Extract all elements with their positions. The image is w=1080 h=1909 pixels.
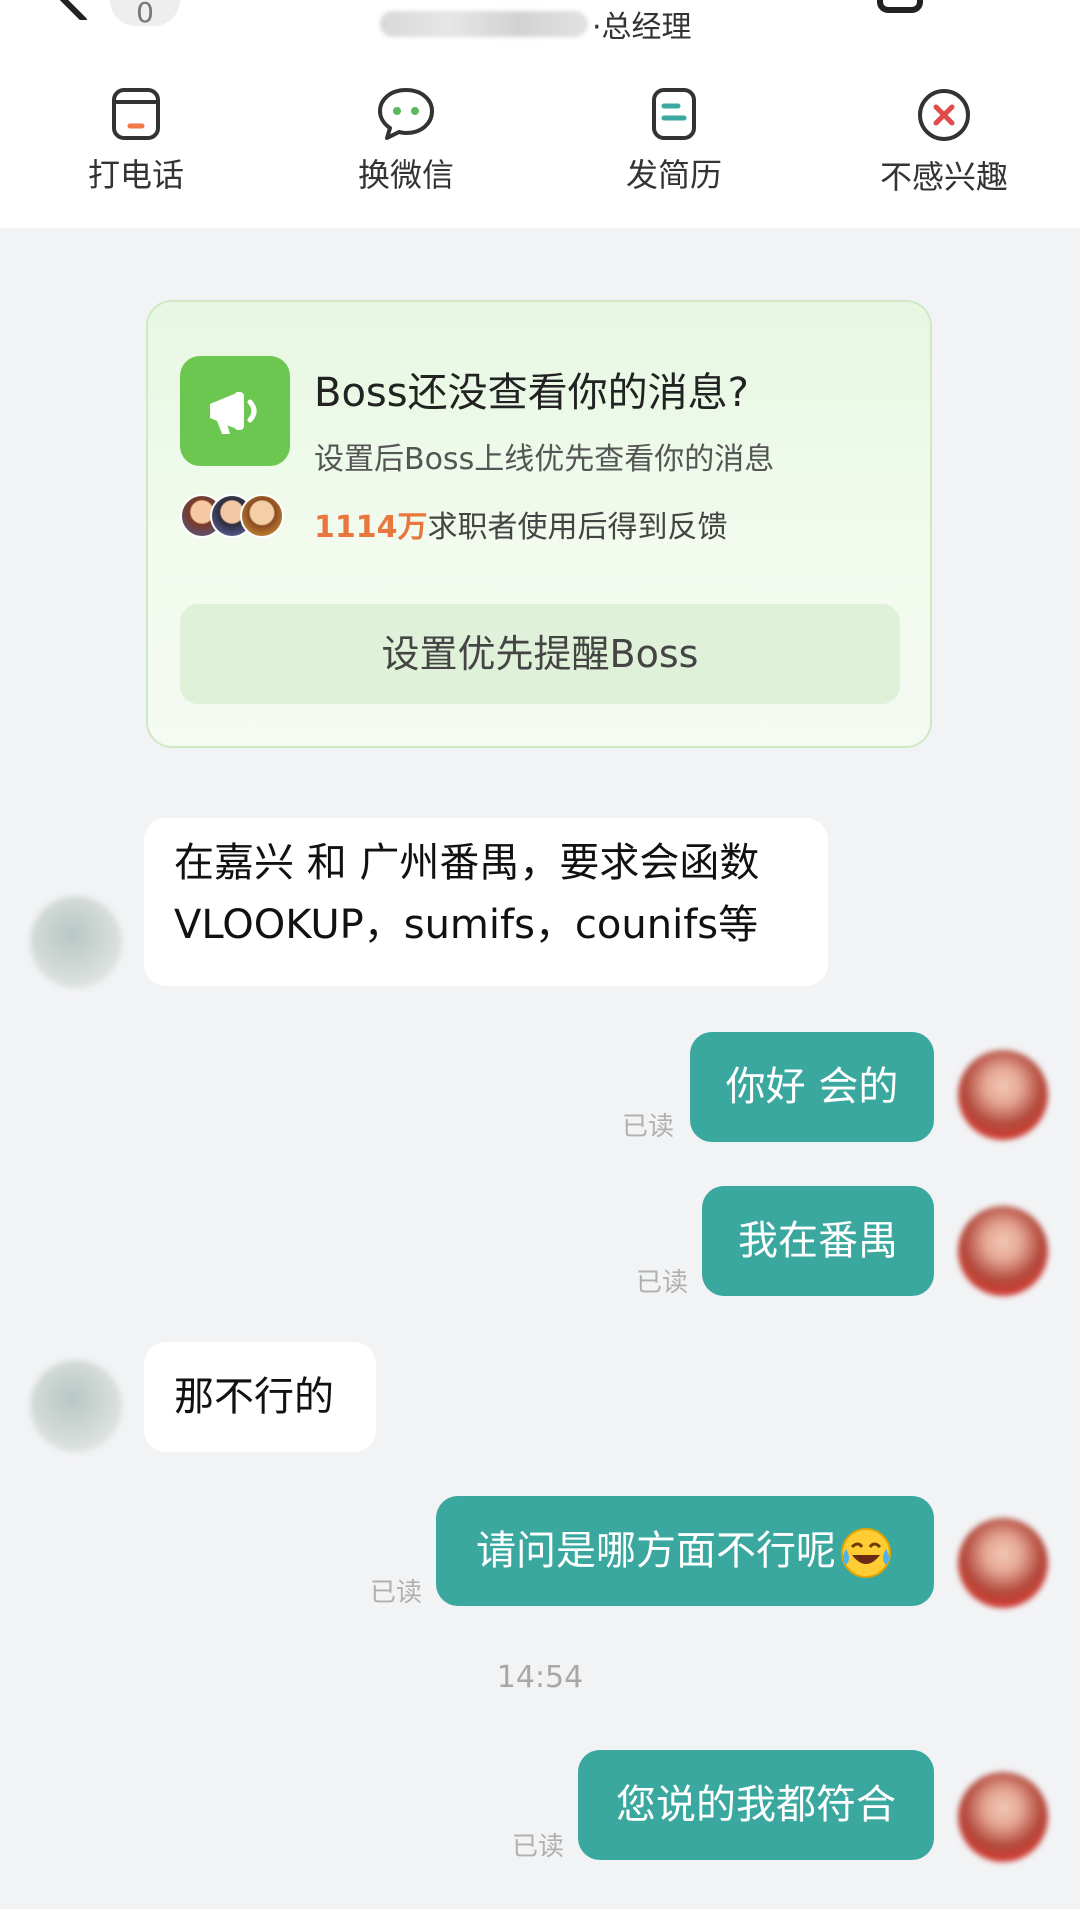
message-bubble-sent: 请问是哪方面不行呢	[436, 1496, 934, 1606]
message-bubble-sent: 你好 会的	[690, 1032, 934, 1142]
priority-reminder-card: Boss还没查看你的消息? 设置后Boss上线优先查看你的消息 1114万求职者…	[146, 300, 932, 748]
message-line: 在嘉兴 和 广州番禺，要求会函数	[174, 840, 760, 886]
title-position: ·总经理	[592, 10, 692, 45]
more-options-icon[interactable]	[990, 0, 1050, 10]
not-interested-action[interactable]: 不感兴趣	[844, 80, 1044, 198]
my-avatar[interactable]	[958, 1772, 1048, 1862]
message-bubble-received: 在嘉兴 和 广州番禺，要求会函数 VLOOKUP，sumifs，counifs等	[144, 818, 828, 986]
call-label: 打电话	[87, 156, 184, 194]
mini-avatar	[240, 494, 284, 538]
user-count-suffix: 求职者使用后得到反馈	[427, 510, 728, 545]
boss-avatar[interactable]	[30, 896, 122, 988]
user-count-text: 1114万求职者使用后得到反馈	[314, 502, 728, 546]
resume-icon	[652, 88, 696, 140]
back-arrow-icon[interactable]	[44, 0, 104, 20]
resume-doc-icon[interactable]	[876, 0, 924, 20]
message-line: VLOOKUP，sumifs，counifs等	[174, 902, 759, 948]
read-status: 已读	[622, 1112, 675, 1142]
unread-count-badge[interactable]: 0	[110, 0, 180, 29]
crying-laughing-emoji	[841, 1528, 891, 1578]
promo-title: Boss还没查看你的消息?	[314, 370, 749, 416]
message-bubble-received: 那不行的	[144, 1342, 376, 1452]
wechat-icon	[378, 88, 434, 140]
boss-avatar[interactable]	[30, 1360, 122, 1452]
quick-actions: 打电话 换微信 发简历 不感兴趣	[0, 80, 1080, 210]
blurred-company-name	[380, 11, 588, 37]
my-avatar[interactable]	[958, 1050, 1048, 1140]
megaphone-icon	[180, 356, 290, 466]
read-status: 已读	[512, 1832, 565, 1862]
read-status: 已读	[636, 1268, 689, 1298]
set-priority-button[interactable]: 设置优先提醒Boss	[180, 604, 900, 704]
promo-subtitle: 设置后Boss上线优先查看你的消息	[314, 442, 775, 477]
wechat-action[interactable]: 换微信	[306, 80, 506, 196]
message-text: 请问是哪方面不行呢	[476, 1528, 836, 1574]
chat-header: 0 ·总经理 打电话 换微信 发简历 不感兴趣	[0, 0, 1080, 228]
chat-title: ·总经理	[380, 0, 692, 48]
message-timestamp: 14:54	[496, 1660, 584, 1695]
message-bubble-sent: 我在番禺	[702, 1186, 934, 1296]
wechat-label: 换微信	[357, 156, 454, 194]
resume-label: 发简历	[625, 156, 722, 194]
not-interested-icon	[918, 89, 970, 141]
user-count: 1114万	[314, 510, 428, 545]
call-action[interactable]: 打电话	[36, 80, 236, 196]
user-avatars-stack	[180, 494, 290, 542]
my-avatar[interactable]	[958, 1518, 1048, 1608]
message-bubble-sent: 您说的我都符合	[578, 1750, 934, 1860]
phone-card-icon	[112, 88, 160, 140]
send-resume-action[interactable]: 发简历	[574, 80, 774, 196]
not-interested-label: 不感兴趣	[879, 158, 1008, 196]
read-status: 已读	[370, 1578, 423, 1608]
my-avatar[interactable]	[958, 1206, 1048, 1296]
